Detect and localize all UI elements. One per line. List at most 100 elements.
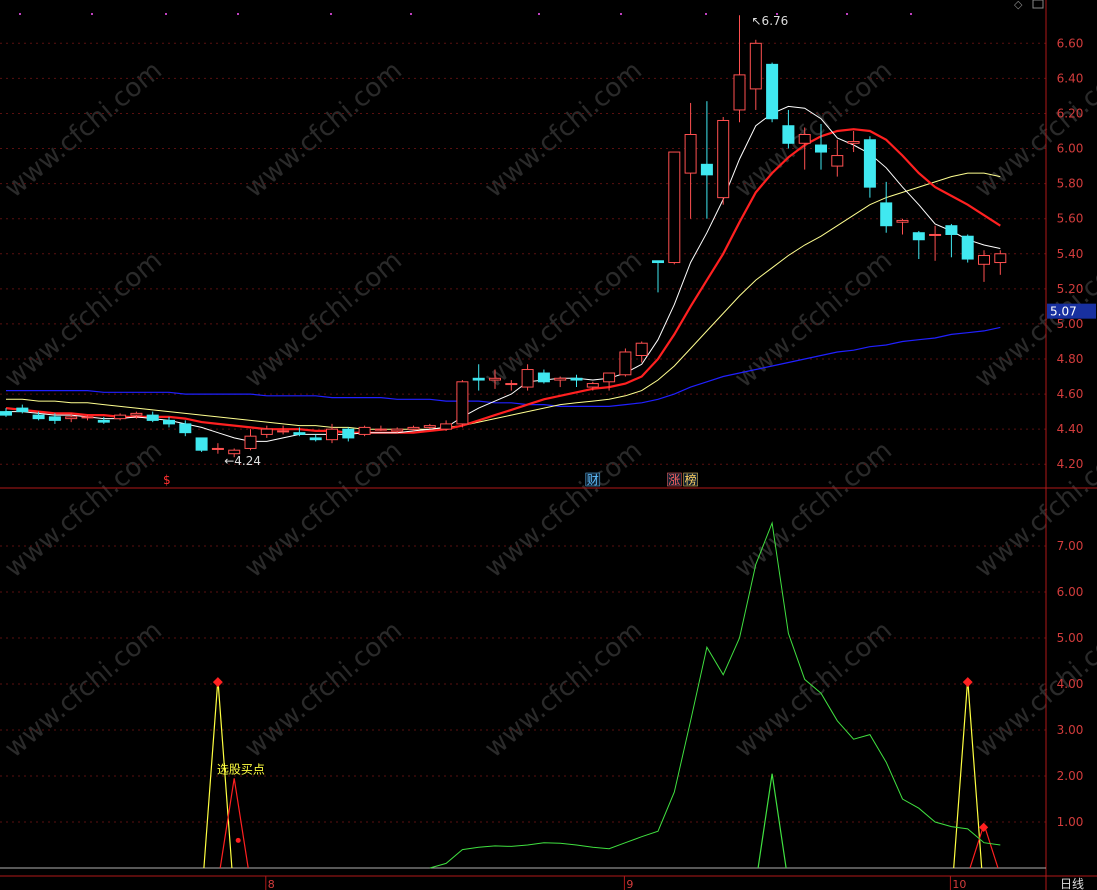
watermark-text: www.cfchi.com xyxy=(479,436,648,584)
watermark-text: www.cfchi.com xyxy=(729,436,898,584)
candle-body xyxy=(326,428,338,441)
candle-body xyxy=(130,412,143,416)
top-dot xyxy=(165,13,167,15)
candle-body xyxy=(391,428,404,432)
up-arrow-icon: ◆ xyxy=(963,674,973,689)
candle-body xyxy=(700,163,713,176)
candle-body xyxy=(309,437,322,441)
price-tick-label: 6.20 xyxy=(1057,106,1084,120)
candle-body xyxy=(554,377,567,381)
stock-chart[interactable]: www.cfchi.com www.cfchi.com www.cfchi.com w… xyxy=(0,0,1097,890)
red-dot xyxy=(235,837,241,843)
green-spike xyxy=(757,773,787,869)
marker-label: $ xyxy=(163,473,171,487)
candle-body xyxy=(195,437,208,451)
top-dot xyxy=(910,13,912,15)
indicator-tick-label: 1.00 xyxy=(1057,815,1084,829)
marker-label: 涨 xyxy=(668,472,680,487)
candle-body xyxy=(0,411,12,416)
price-tick-label: 5.00 xyxy=(1057,317,1084,331)
candle-body xyxy=(114,414,127,420)
candle-body xyxy=(684,134,697,174)
candle-body xyxy=(81,416,94,419)
candle-body xyxy=(456,381,469,425)
candle-body xyxy=(244,435,257,449)
marker-label: 榜 xyxy=(685,472,697,487)
candle-body xyxy=(586,383,599,388)
price-panel[interactable]: ↖6.76←4.24$ 财涨榜5.07 xyxy=(0,14,1097,487)
period-label: 日线 xyxy=(1060,877,1084,890)
watermark-text: www.cfchi.com xyxy=(239,436,408,584)
price-tick-label: 4.80 xyxy=(1057,352,1084,366)
high-price-label: ↖6.76 xyxy=(752,14,789,28)
candle-body xyxy=(668,151,681,264)
top-dot xyxy=(776,13,778,15)
top-dot xyxy=(705,13,707,15)
buy-point-annotation: 选股买点 xyxy=(217,763,265,777)
indicator-tick-label: 4.00 xyxy=(1057,677,1084,691)
candle-body xyxy=(863,139,876,188)
watermark-text: www.cfchi.com xyxy=(0,436,168,584)
candle-body xyxy=(65,416,78,420)
scroll-icon[interactable] xyxy=(1032,0,1044,9)
low-price-label: ←4.24 xyxy=(224,454,261,468)
diamond-icon[interactable]: ◇ xyxy=(1014,0,1023,11)
candle-body xyxy=(97,419,110,423)
candle-body xyxy=(994,253,1007,264)
candle-body xyxy=(766,63,779,120)
candle-body xyxy=(505,383,518,386)
candle-body xyxy=(32,414,45,420)
price-tick-label: 6.40 xyxy=(1057,71,1084,85)
watermark-text: www.cfchi.com xyxy=(239,246,408,394)
candle-body xyxy=(260,428,273,435)
candle-body xyxy=(570,377,583,381)
candle-body xyxy=(619,351,632,376)
price-tick-label: 5.40 xyxy=(1057,247,1084,261)
top-dot xyxy=(620,13,622,15)
price-tick-label: 5.80 xyxy=(1057,177,1084,191)
watermark-text: www.cfchi.com xyxy=(0,246,168,394)
candle-body xyxy=(537,372,550,383)
candle-body xyxy=(277,430,290,433)
price-tick-label: 5.60 xyxy=(1057,212,1084,226)
candle-body xyxy=(945,225,958,235)
corner-icons[interactable]: ◇ xyxy=(1014,0,1044,11)
candle-body xyxy=(912,232,925,241)
indicator-tick-label: 2.00 xyxy=(1057,769,1084,783)
candle-body xyxy=(423,425,436,428)
candle-body xyxy=(16,407,29,413)
indicator-tick-label: 6.00 xyxy=(1057,585,1084,599)
candle-body xyxy=(163,419,175,425)
price-tick-label: 4.20 xyxy=(1057,457,1084,471)
red-spike xyxy=(219,778,249,869)
price-tick-label: 4.40 xyxy=(1057,422,1084,436)
candle-body xyxy=(521,369,534,388)
top-dot xyxy=(91,13,93,15)
green-line xyxy=(429,521,1001,869)
price-tick-label: 4.60 xyxy=(1057,387,1084,401)
candle-body xyxy=(342,428,355,439)
candle-body xyxy=(293,432,306,435)
candle-body xyxy=(48,416,61,421)
candle-body xyxy=(831,155,844,167)
candle-body xyxy=(228,449,241,455)
price-tick-label: 5.20 xyxy=(1057,282,1084,296)
indicator-tick-label: 7.00 xyxy=(1057,539,1084,553)
date-tick-label: 9 xyxy=(626,878,633,890)
watermark-text: www.cfchi.com xyxy=(729,246,898,394)
candle-body xyxy=(472,377,485,381)
top-dot xyxy=(846,13,848,15)
candle-body xyxy=(733,74,746,111)
watermark-layer: www.cfchi.com www.cfchi.com www.cfchi.com w… xyxy=(0,56,1097,764)
date-tick-label: 8 xyxy=(268,878,275,890)
top-dot xyxy=(330,13,332,15)
price-tick-label: 6.00 xyxy=(1057,142,1084,156)
candle-body xyxy=(880,202,893,227)
candle-body xyxy=(358,426,371,435)
candle-body xyxy=(749,42,762,90)
candle-body xyxy=(717,119,730,199)
watermark-text: www.cfchi.com xyxy=(729,616,898,764)
price-tick-label: 6.60 xyxy=(1057,36,1084,50)
candle-body xyxy=(847,141,860,144)
top-dot xyxy=(19,13,21,15)
